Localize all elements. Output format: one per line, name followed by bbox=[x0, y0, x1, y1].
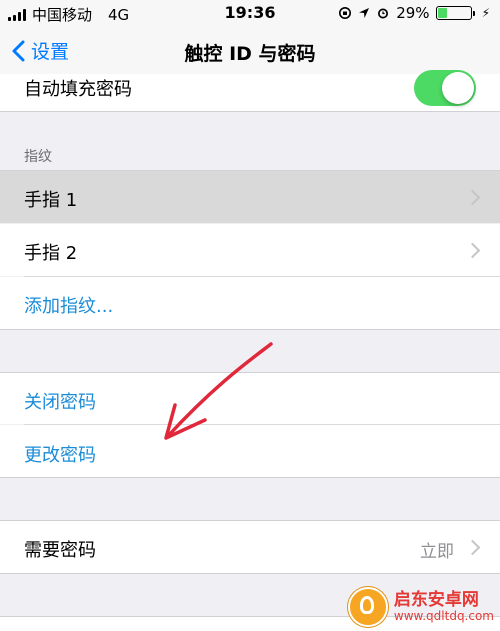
turn-off-passcode-row[interactable]: 关闭密码 bbox=[0, 373, 500, 424]
change-passcode-row[interactable]: 更改密码 bbox=[0, 425, 500, 477]
watermark-logo-icon bbox=[347, 587, 388, 627]
fingerprint-label: 手指 1 bbox=[24, 190, 78, 211]
autofill-passwords-row: 自动填充密码 bbox=[0, 70, 500, 111]
divider bbox=[0, 329, 500, 330]
turn-off-passcode-label: 关闭密码 bbox=[24, 392, 96, 413]
battery-icon bbox=[435, 6, 475, 20]
autofill-passwords-label: 自动填充密码 bbox=[24, 79, 132, 100]
status-right: 29% ⚡ bbox=[338, 4, 490, 22]
navigation-bar: 设置 触控 ID 与密码 bbox=[0, 28, 500, 74]
fingerprints-section-header: 指纹 bbox=[24, 149, 52, 165]
watermark-url: www.qdltdq.com bbox=[393, 608, 494, 623]
battery-fill bbox=[437, 8, 447, 18]
require-passcode-row[interactable]: 需要密码 立即 bbox=[0, 521, 500, 573]
fingerprint-row-2[interactable]: 手指 2 bbox=[0, 224, 500, 276]
require-passcode-label: 需要密码 bbox=[24, 540, 96, 561]
change-passcode-label: 更改密码 bbox=[24, 445, 96, 466]
alarm-icon bbox=[378, 8, 389, 19]
divider bbox=[0, 477, 500, 478]
require-passcode-value: 立即 bbox=[420, 542, 454, 562]
status-bar: 中国移动 4G 19:36 29% ⚡ bbox=[0, 0, 500, 28]
toggle-knob bbox=[442, 72, 474, 104]
watermark: 启东安卓网 www.qdltdq.com bbox=[347, 587, 494, 627]
add-fingerprint-row[interactable]: 添加指纹... bbox=[0, 277, 500, 329]
page-title: 触控 ID 与密码 bbox=[184, 43, 316, 65]
chevron-right-icon bbox=[464, 242, 481, 259]
chevron-right-icon bbox=[464, 189, 481, 206]
location-icon bbox=[359, 8, 370, 18]
charging-bolt-icon: ⚡ bbox=[481, 6, 490, 20]
divider bbox=[0, 111, 500, 112]
orientation-lock-icon bbox=[339, 7, 352, 19]
watermark-name: 启东安卓网 bbox=[393, 589, 479, 610]
battery-percent: 29% bbox=[396, 4, 430, 22]
autofill-passwords-toggle[interactable] bbox=[414, 70, 476, 106]
fingerprint-label: 手指 2 bbox=[24, 243, 78, 264]
fingerprint-row-1[interactable]: 手指 1 bbox=[0, 171, 500, 223]
add-fingerprint-label: 添加指纹... bbox=[24, 296, 114, 317]
chevron-right-icon bbox=[464, 539, 481, 556]
divider bbox=[0, 573, 500, 574]
